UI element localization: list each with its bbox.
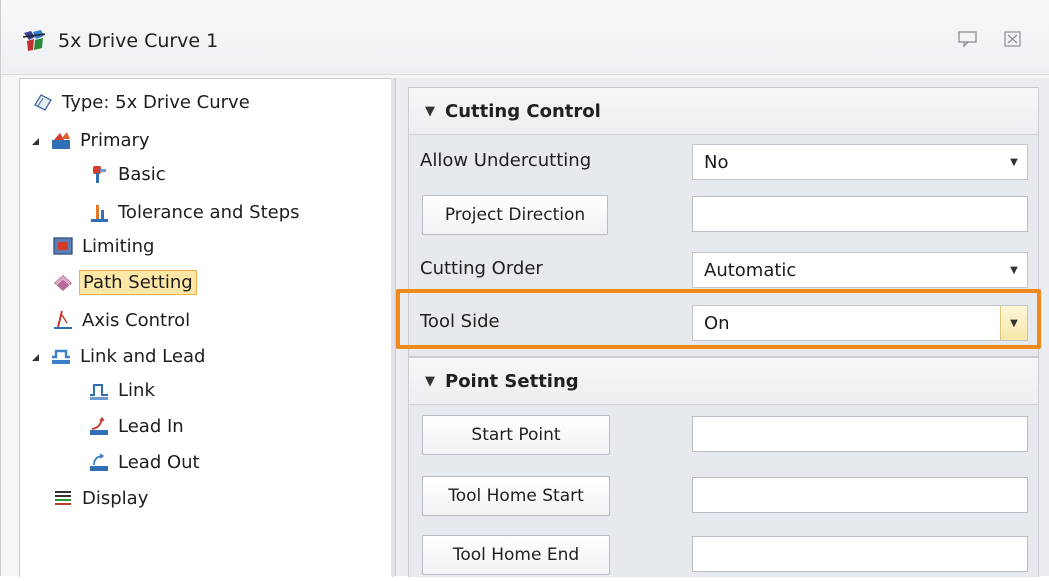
select-value: Automatic bbox=[704, 260, 797, 281]
type-icon bbox=[34, 94, 52, 111]
section-title: Point Setting bbox=[445, 370, 579, 392]
help-bubble-icon[interactable] bbox=[956, 28, 980, 50]
tree-item-type[interactable]: Type: 5x Drive Curve bbox=[32, 87, 253, 117]
cutting-order-select[interactable]: Automatic ▼ bbox=[692, 252, 1028, 288]
primary-icon bbox=[52, 132, 70, 149]
tree-item-limiting[interactable]: Limiting bbox=[52, 231, 157, 261]
collapse-triangle-icon: ▼ bbox=[425, 373, 435, 389]
tree-label: Path Setting bbox=[79, 269, 197, 295]
tool-home-end-row: Tool Home End bbox=[409, 528, 1038, 581]
lead-in-icon bbox=[90, 416, 108, 435]
tree-label: Display bbox=[82, 487, 149, 509]
allow-undercutting-select[interactable]: No ▼ bbox=[692, 144, 1028, 180]
point-setting-group: ▼ Point Setting Start Point Tool Home St… bbox=[408, 357, 1039, 577]
tree-label: Link and Lead bbox=[80, 345, 206, 367]
dialog-title: 5x Drive Curve 1 bbox=[58, 30, 219, 52]
dropdown-arrow-icon: ▼ bbox=[1010, 264, 1018, 276]
tree-label: Type: 5x Drive Curve bbox=[62, 91, 250, 113]
tree-item-display[interactable]: Display bbox=[52, 483, 151, 513]
title-bar: 5x Drive Curve 1 bbox=[1, 0, 1049, 75]
close-icon[interactable] bbox=[1001, 28, 1025, 50]
section-title: Cutting Control bbox=[445, 100, 601, 122]
tool-home-end-field[interactable] bbox=[692, 536, 1028, 572]
tool-home-start-field[interactable] bbox=[692, 477, 1028, 513]
tolerance-icon bbox=[91, 205, 108, 222]
start-point-field[interactable] bbox=[692, 416, 1028, 452]
tree-item-link[interactable]: Link bbox=[88, 375, 158, 405]
collapse-triangle-icon: ▼ bbox=[425, 103, 435, 119]
tree-label: Link bbox=[118, 379, 155, 401]
tree-item-tolerance[interactable]: Tolerance and Steps bbox=[88, 197, 303, 227]
display-icon bbox=[55, 491, 71, 505]
cutting-order-label: Cutting Order bbox=[420, 258, 543, 279]
path-setting-icon bbox=[54, 275, 72, 291]
tree-label: Tolerance and Steps bbox=[118, 201, 300, 223]
tree-item-basic[interactable]: Basic bbox=[88, 159, 169, 189]
tree-item-link-lead[interactable]: Link and Lead bbox=[50, 341, 208, 371]
project-direction-field[interactable] bbox=[692, 196, 1028, 232]
tree-label: Limiting bbox=[82, 235, 155, 257]
lead-out-icon bbox=[90, 453, 108, 471]
point-setting-header[interactable]: ▼ Point Setting bbox=[409, 358, 1038, 405]
dialog-window: 5x Drive Curve 1 Type: 5x Drive Curve Pr… bbox=[0, 0, 1049, 577]
allow-undercutting-label: Allow Undercutting bbox=[420, 150, 592, 171]
project-direction-row: Project Direction bbox=[409, 188, 1038, 241]
project-direction-button[interactable]: Project Direction bbox=[422, 195, 608, 235]
tree-label: Lead Out bbox=[118, 451, 200, 473]
tool-home-end-button[interactable]: Tool Home End bbox=[422, 535, 610, 575]
tool-home-start-button[interactable]: Tool Home Start bbox=[422, 476, 610, 516]
axis-control-icon bbox=[54, 310, 72, 329]
tree-label: Primary bbox=[80, 129, 150, 151]
start-point-row: Start Point bbox=[409, 408, 1038, 461]
collapse-primary-icon[interactable] bbox=[31, 137, 41, 147]
tree-item-path-setting[interactable]: Path Setting bbox=[52, 267, 197, 297]
tree-item-primary[interactable]: Primary bbox=[50, 125, 153, 155]
cutting-control-header[interactable]: ▼ Cutting Control bbox=[409, 88, 1038, 135]
tree-label: Lead In bbox=[118, 415, 184, 437]
start-point-button[interactable]: Start Point bbox=[422, 415, 610, 455]
tree-item-lead-in[interactable]: Lead In bbox=[88, 411, 187, 441]
link-icon bbox=[90, 384, 108, 400]
drive-curve-app-icon bbox=[22, 30, 46, 51]
allow-undercutting-row: Allow Undercutting No ▼ bbox=[409, 135, 1038, 188]
tree-label: Axis Control bbox=[82, 309, 191, 331]
tree-item-lead-out[interactable]: Lead Out bbox=[88, 447, 203, 477]
tool-side-highlight bbox=[396, 289, 1041, 349]
limiting-icon bbox=[53, 237, 73, 255]
tool-home-start-row: Tool Home Start bbox=[409, 469, 1038, 522]
basic-icon bbox=[93, 166, 106, 183]
dropdown-arrow-icon: ▼ bbox=[1010, 156, 1018, 168]
link-lead-icon bbox=[52, 349, 70, 364]
tree-label: Basic bbox=[118, 163, 166, 185]
select-value: No bbox=[704, 152, 729, 173]
tree-item-axis-control[interactable]: Axis Control bbox=[52, 305, 193, 335]
navigation-tree: Type: 5x Drive Curve Primary Basic Toler… bbox=[19, 78, 393, 577]
collapse-link-lead-icon[interactable] bbox=[31, 353, 41, 363]
